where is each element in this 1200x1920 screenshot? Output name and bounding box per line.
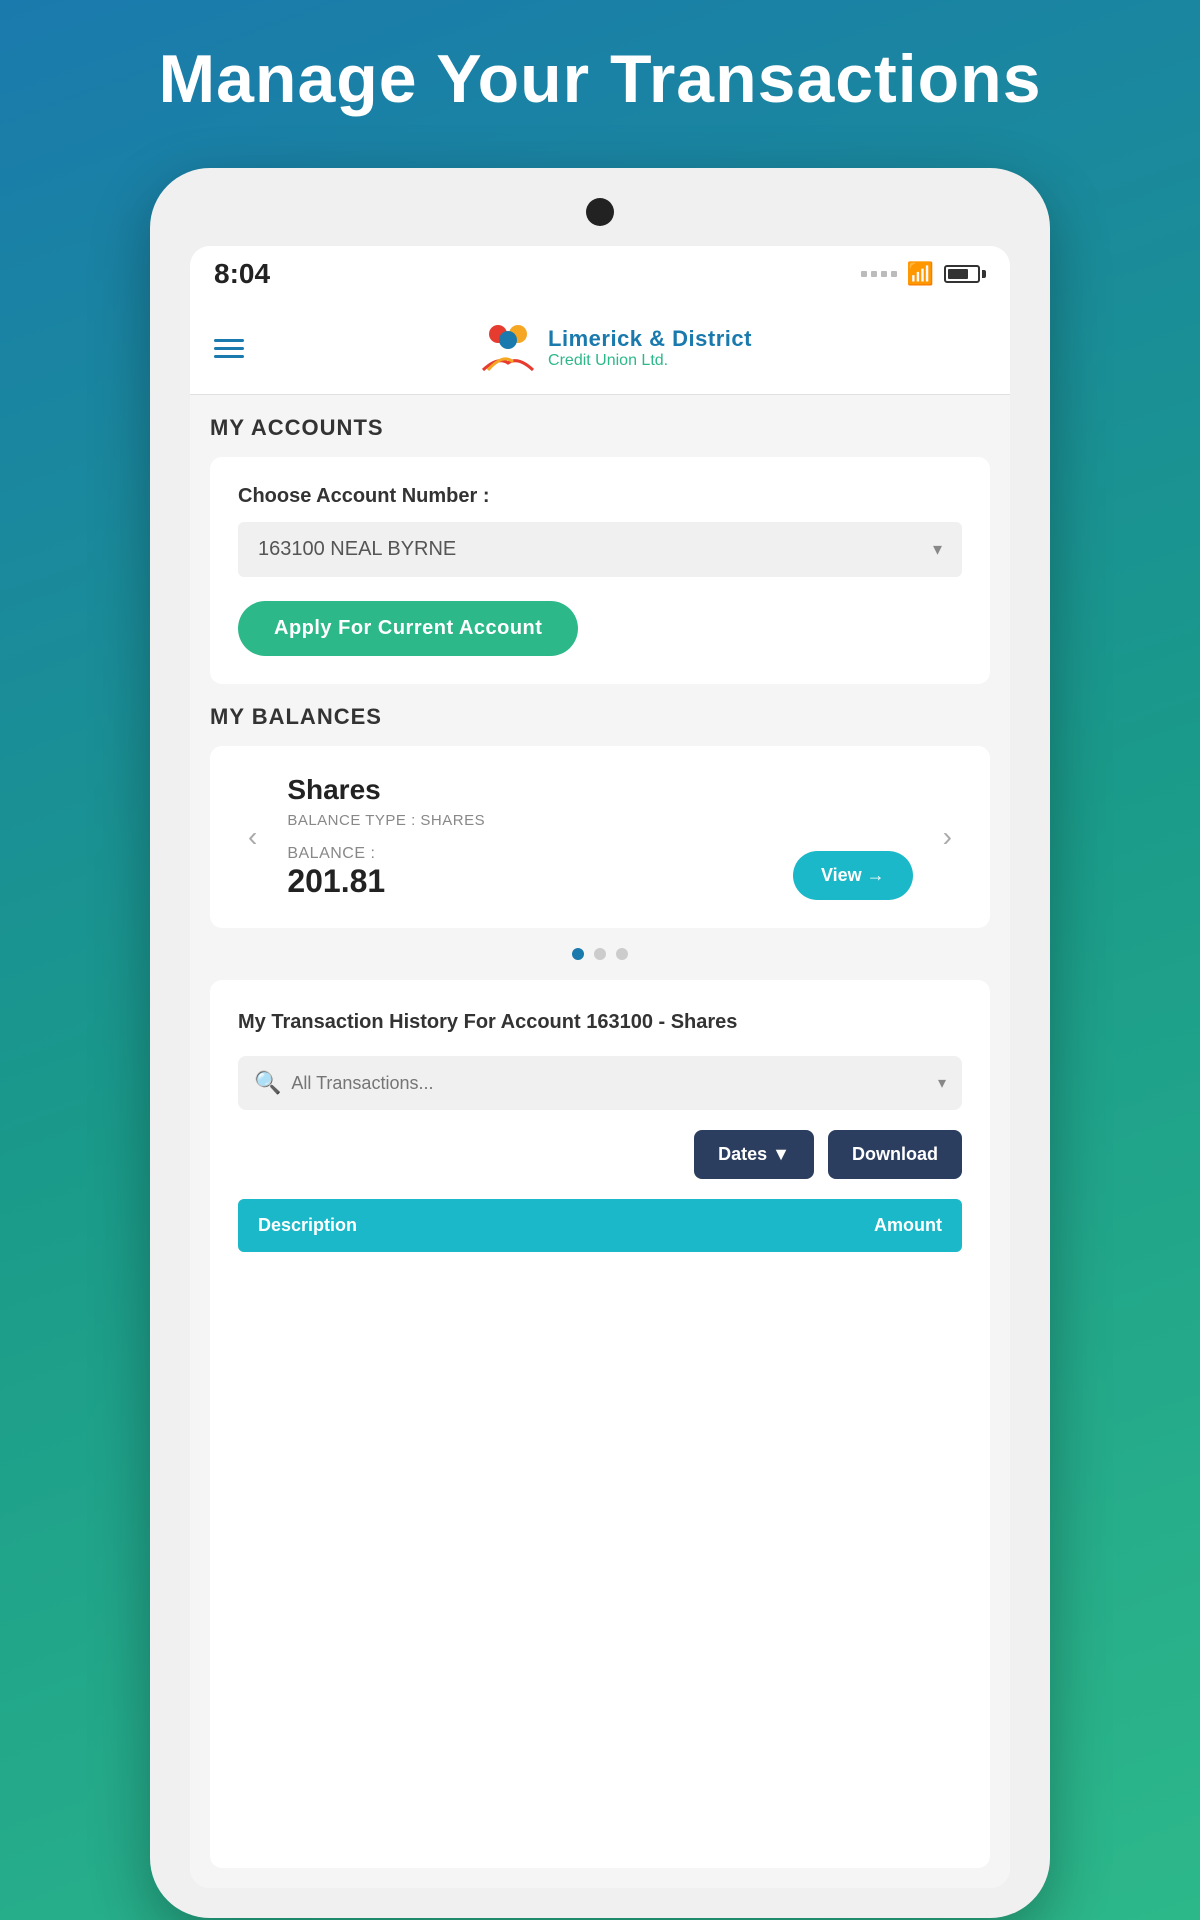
balance-amount: 201.81 — [287, 863, 385, 900]
phone-screen: 8:04 📶 — [190, 246, 1010, 1888]
table-col-amount: Amount — [874, 1215, 942, 1236]
balance-info: BALANCE : 201.81 — [287, 845, 385, 900]
status-bar: 8:04 📶 — [190, 246, 1010, 302]
accounts-card: Choose Account Number : 163100 NEAL BYRN… — [210, 457, 990, 684]
apply-current-account-button[interactable]: Apply For Current Account — [238, 601, 578, 656]
download-button[interactable]: Download — [828, 1130, 962, 1179]
carousel-dot-3[interactable] — [616, 948, 628, 960]
page-title: Manage Your Transactions — [158, 40, 1041, 118]
table-header: Description Amount — [238, 1199, 962, 1252]
my-accounts-section: MY ACCOUNTS Choose Account Number : 1631… — [210, 415, 990, 684]
status-icons: 📶 — [861, 261, 986, 287]
search-input[interactable] — [291, 1073, 928, 1094]
balance-card: ‹ Shares BALANCE TYPE : SHARES BALANCE :… — [210, 746, 990, 928]
my-balances-title: MY BALANCES — [210, 704, 990, 730]
search-row: 🔍 ▾ — [238, 1056, 962, 1110]
signal-icon — [861, 271, 897, 277]
carousel-dot-1[interactable] — [572, 948, 584, 960]
account-value: 163100 NEAL BYRNE — [258, 538, 456, 561]
action-row: Dates ▼ Download — [238, 1130, 962, 1179]
carousel-left-arrow[interactable]: ‹ — [238, 821, 267, 853]
logo-sub: Credit Union Ltd. — [548, 352, 752, 370]
balance-row: BALANCE : 201.81 View → — [287, 845, 912, 900]
phone-frame: 8:04 📶 — [150, 168, 1050, 1918]
search-icon: 🔍 — [254, 1070, 281, 1096]
status-time: 8:04 — [214, 258, 270, 290]
logo-icon — [478, 318, 538, 378]
logo-name: Limerick & District — [548, 326, 752, 352]
carousel-dot-2[interactable] — [594, 948, 606, 960]
table-col-description: Description — [258, 1215, 357, 1236]
wifi-icon: 📶 — [907, 261, 934, 287]
account-label: Choose Account Number : — [238, 485, 962, 508]
account-number-select[interactable]: 163100 NEAL BYRNE ▾ — [238, 522, 962, 577]
chevron-down-icon: ▾ — [933, 539, 942, 560]
logo: Limerick & District Credit Union Ltd. — [244, 318, 986, 378]
search-chevron-icon: ▾ — [938, 1073, 946, 1093]
my-balances-section: MY BALANCES ‹ Shares BALANCE TYPE : SHAR… — [210, 704, 990, 960]
balance-label: BALANCE : — [287, 845, 385, 863]
battery-icon — [944, 265, 986, 283]
transaction-history-section: My Transaction History For Account 16310… — [210, 980, 990, 1868]
nav-bar: Limerick & District Credit Union Ltd. — [190, 302, 1010, 395]
hamburger-menu[interactable] — [214, 339, 244, 358]
view-button[interactable]: View → — [793, 851, 913, 900]
balance-title: Shares — [287, 774, 912, 806]
content-area: MY ACCOUNTS Choose Account Number : 1631… — [190, 395, 1010, 1888]
phone-camera — [586, 198, 614, 226]
carousel-dots — [210, 948, 990, 960]
history-title: My Transaction History For Account 16310… — [238, 1008, 962, 1036]
balance-type: BALANCE TYPE : SHARES — [287, 812, 912, 829]
my-accounts-title: MY ACCOUNTS — [210, 415, 990, 441]
balance-content: Shares BALANCE TYPE : SHARES BALANCE : 2… — [267, 774, 932, 900]
carousel-right-arrow[interactable]: › — [933, 821, 962, 853]
dates-button[interactable]: Dates ▼ — [694, 1130, 814, 1179]
logo-text: Limerick & District Credit Union Ltd. — [548, 326, 752, 370]
